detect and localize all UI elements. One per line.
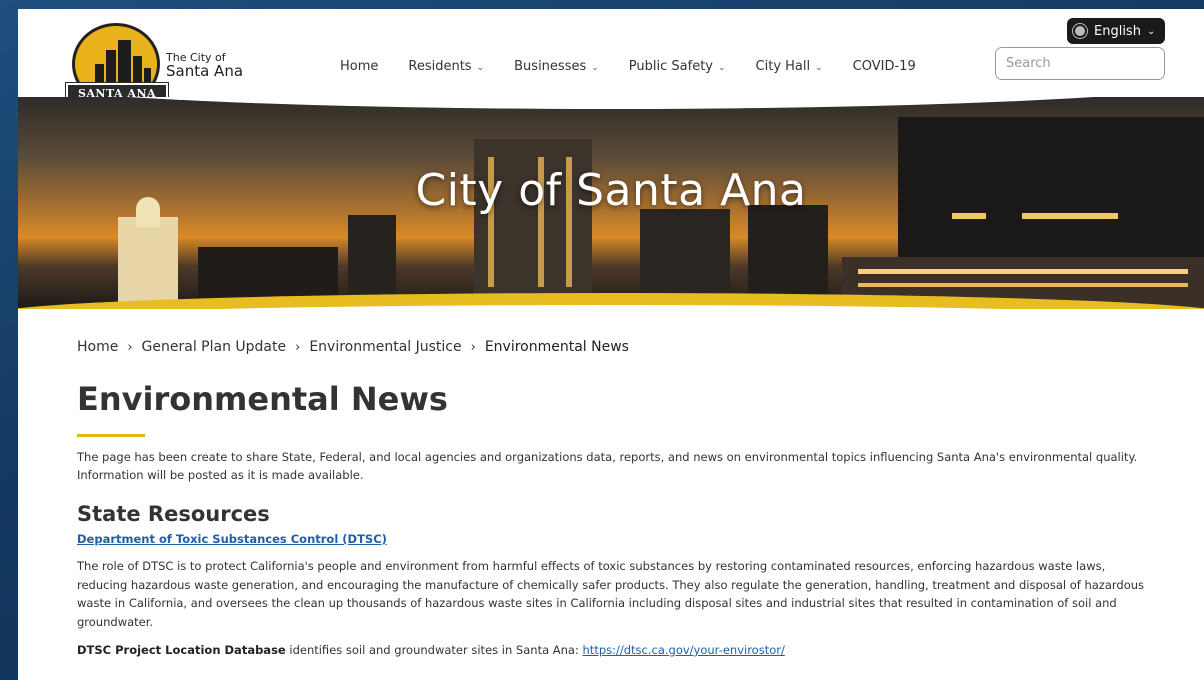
search-box: [995, 47, 1165, 80]
title-underline: [77, 434, 145, 437]
main-nav: Home Residents ⌄ Businesses ⌄ Public Safet…: [340, 59, 946, 74]
page-title: Environmental News: [77, 380, 448, 418]
breadcrumb-current: Environmental News: [484, 339, 629, 355]
globe-icon: [1072, 23, 1088, 39]
page: SANTA ANA The City of Santa Ana Home Res…: [18, 9, 1204, 680]
nav-public-safety-label: Public Safety: [628, 59, 713, 74]
brand-name[interactable]: The City of Santa Ana: [166, 52, 243, 79]
breadcrumb-general-plan-update[interactable]: General Plan Update: [142, 339, 287, 355]
hero-banner: City of Santa Ana: [18, 97, 1204, 309]
section-title: State Resources: [77, 502, 270, 526]
dtsc-description: The role of DTSC is to protect Californi…: [77, 559, 1145, 629]
database-text: identifies soil and groundwater sites in…: [285, 643, 583, 657]
nav-home-label: Home: [340, 59, 379, 74]
chevron-down-icon: ⌄: [1146, 25, 1156, 37]
breadcrumb: Home › General Plan Update › Environment…: [77, 339, 1157, 355]
nav-residents-label: Residents: [408, 59, 472, 74]
site-header: SANTA ANA The City of Santa Ana Home Res…: [18, 9, 1204, 106]
breadcrumb-environmental-justice[interactable]: Environmental Justice: [309, 339, 461, 355]
intro-paragraph: The page has been create to share State,…: [77, 450, 1138, 482]
database-title: DTSC Project Location Database: [77, 643, 286, 657]
nav-businesses[interactable]: Businesses ⌄: [514, 59, 599, 74]
brand-big-text: Santa Ana: [166, 61, 244, 80]
hero-title: City of Santa Ana: [415, 165, 807, 216]
nav-businesses-label: Businesses: [514, 59, 587, 74]
breadcrumb-separator: ›: [127, 339, 133, 355]
nav-home[interactable]: Home: [340, 59, 378, 74]
search-input[interactable]: [996, 48, 1164, 79]
breadcrumb-home[interactable]: Home: [77, 339, 118, 355]
breadcrumb-separator: ›: [470, 339, 476, 355]
chevron-down-icon: ⌄: [718, 63, 726, 73]
breadcrumb-separator: ›: [295, 339, 301, 355]
envirostor-link[interactable]: https://dtsc.ca.gov/your-envirostor/: [583, 643, 785, 657]
chevron-down-icon: ⌄: [815, 63, 823, 73]
nav-city-hall[interactable]: City Hall ⌄: [756, 59, 823, 74]
nav-residents[interactable]: Residents ⌄: [408, 59, 484, 74]
nav-city-hall-label: City Hall: [755, 59, 811, 74]
nav-covid-19[interactable]: COVID-19: [853, 59, 916, 74]
chevron-down-icon: ⌄: [591, 63, 599, 73]
chevron-down-icon: ⌄: [476, 63, 485, 73]
language-label: English: [1094, 23, 1141, 39]
main-content: Home › General Plan Update › Environment…: [77, 339, 1157, 657]
nav-public-safety[interactable]: Public Safety ⌄: [629, 59, 726, 74]
nav-covid-19-label: COVID-19: [852, 59, 916, 74]
dtsc-link[interactable]: Department of Toxic Substances Control (…: [77, 532, 387, 546]
database-line: DTSC Project Location Database identifie…: [77, 643, 1157, 657]
language-selector[interactable]: English ⌄: [1067, 18, 1165, 44]
